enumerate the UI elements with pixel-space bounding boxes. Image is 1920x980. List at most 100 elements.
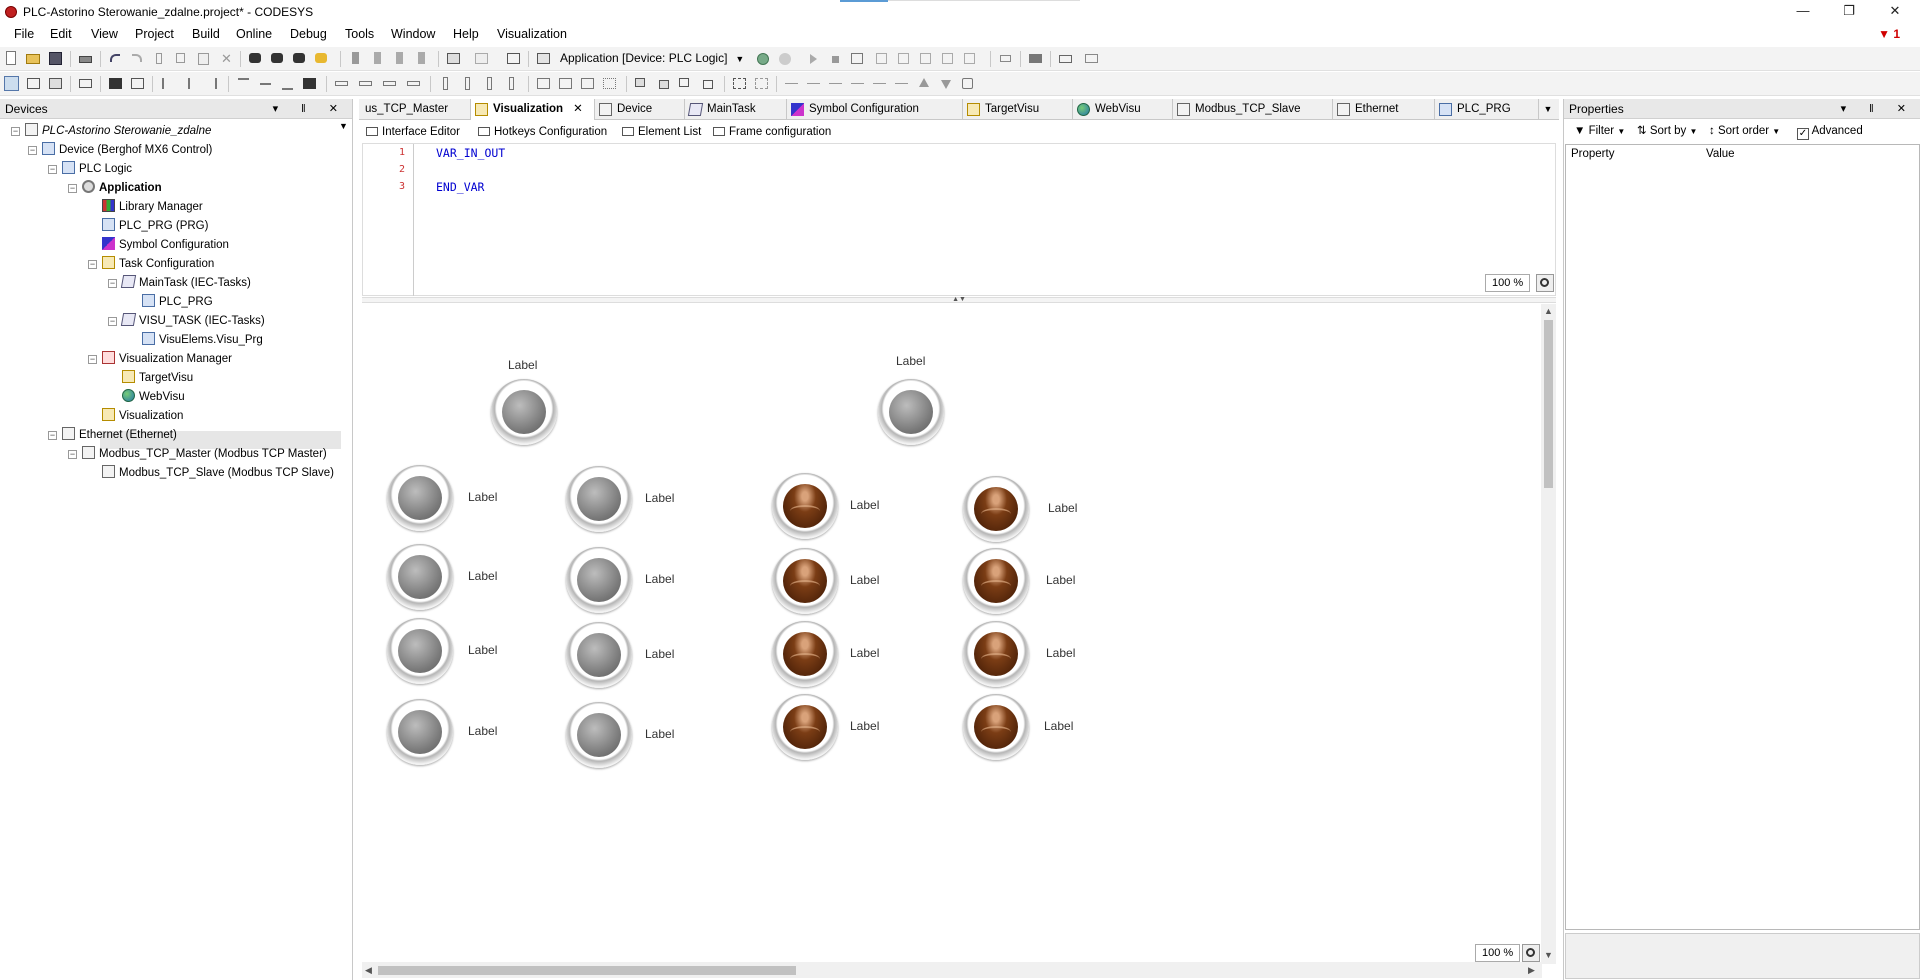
breakpoint-toggle-icon[interactable] [896, 51, 911, 66]
align-top-icon[interactable] [236, 76, 251, 91]
distribute-v-icon[interactable] [358, 76, 373, 91]
subtab-hotkeys[interactable]: Hotkeys Configuration [474, 122, 607, 142]
lamp-brown[interactable] [772, 548, 838, 614]
panel-controls[interactable]: ▾ ‖ ✕ [1841, 99, 1916, 119]
reset-icon[interactable] [850, 51, 865, 66]
select-mode-icon[interactable] [4, 76, 19, 91]
paste-icon[interactable] [196, 51, 211, 66]
align-bottom-icon[interactable] [280, 76, 295, 91]
tab-symbol-configuration[interactable]: Symbol Configuration [787, 99, 963, 120]
space-v-icon[interactable] [482, 76, 497, 91]
frame-icon[interactable] [78, 76, 93, 91]
tab-device[interactable]: Device [595, 99, 685, 120]
redo-icon[interactable] [130, 51, 145, 66]
lamp-gray[interactable] [878, 379, 944, 445]
move-right-icon[interactable] [806, 76, 821, 91]
login-online-icon[interactable] [756, 51, 771, 66]
tree-item-visuelems[interactable]: VisuElems.Visu_Prg [142, 331, 263, 349]
tree-item-modbus-slave[interactable]: Modbus_TCP_Slave (Modbus TCP Slave) [102, 464, 334, 482]
undo-icon[interactable] [108, 51, 123, 66]
compile-icon[interactable] [1084, 51, 1099, 66]
bookmark-prev-icon[interactable] [392, 51, 407, 66]
step-out-icon[interactable] [962, 51, 977, 66]
menu-visualization[interactable]: Visualization [497, 27, 567, 41]
menu-edit[interactable]: Edit [50, 27, 72, 41]
tree-item-symbol-configuration[interactable]: Symbol Configuration [102, 236, 229, 254]
lamp-gray[interactable] [387, 618, 453, 684]
space-h-icon[interactable] [460, 76, 475, 91]
subtab-interface-editor[interactable]: Interface Editor [362, 122, 460, 142]
move-first-icon[interactable] [872, 76, 887, 91]
group-icon[interactable] [732, 76, 747, 91]
menu-online[interactable]: Online [236, 27, 272, 41]
lamp-brown[interactable] [772, 694, 838, 760]
bookmark-next-icon[interactable] [370, 51, 385, 66]
declaration-zoom-level[interactable]: 100 % [1485, 274, 1531, 292]
tab-modbus-tcp-slave[interactable]: Modbus_TCP_Slave [1173, 99, 1333, 120]
tree-item-webvisu[interactable]: WebVisu [122, 388, 185, 406]
tab-targetvisu[interactable]: TargetVisu [963, 99, 1073, 120]
print-icon[interactable] [78, 51, 93, 66]
keyboard-icon[interactable] [130, 76, 145, 91]
align-right-icon[interactable] [204, 76, 219, 91]
lamp-gray[interactable] [387, 544, 453, 610]
tree-item-ethernet[interactable]: − Ethernet (Ethernet) [48, 426, 177, 444]
cut-icon[interactable] [152, 51, 167, 66]
stop-icon[interactable] [828, 51, 843, 66]
window-icon[interactable] [506, 51, 521, 66]
forward-icon[interactable] [678, 76, 693, 91]
code-line[interactable]: END_VAR [436, 180, 484, 194]
element-list-icon[interactable] [48, 76, 63, 91]
menu-help[interactable]: Help [453, 27, 479, 41]
move-left-icon[interactable] [784, 76, 799, 91]
tree-item-library-manager[interactable]: Library Manager [102, 198, 203, 216]
backward-icon[interactable] [700, 76, 715, 91]
grid-icon[interactable] [602, 76, 617, 91]
same-height-icon[interactable] [406, 76, 421, 91]
tab-maintask[interactable]: MainTask [685, 99, 787, 120]
center-h-icon[interactable] [536, 76, 551, 91]
declaration-editor[interactable]: 1 VAR_IN_OUT 2 3 END_VAR 100 % [362, 143, 1556, 296]
save-icon[interactable] [48, 51, 63, 66]
arrow-up-icon[interactable] [916, 76, 931, 91]
column-header-property[interactable]: Property [1571, 148, 1614, 160]
tree-item-targetvisu[interactable]: TargetVisu [122, 369, 193, 387]
lamp-brown[interactable] [963, 476, 1029, 542]
preview-icon[interactable] [26, 76, 41, 91]
new-file-icon[interactable] [4, 51, 19, 66]
subtab-element-list[interactable]: Element List [618, 122, 701, 142]
scroll-up-icon[interactable]: ▲ [1544, 306, 1553, 316]
breakpoint-icon[interactable] [874, 51, 889, 66]
tree-item-plc-prg[interactable]: PLC_PRG (PRG) [102, 217, 208, 235]
move-up-icon[interactable] [828, 76, 843, 91]
properties-grid[interactable]: Property Value [1565, 144, 1920, 930]
copy-icon[interactable] [174, 51, 189, 66]
send-back-icon[interactable] [656, 76, 671, 91]
subtab-frame-configuration[interactable]: Frame configuration [709, 122, 831, 142]
same-width-icon[interactable] [382, 76, 397, 91]
tree-item-maintask-plc-prg[interactable]: PLC_PRG [142, 293, 213, 311]
tree-item-modbus-master[interactable]: − Modbus_TCP_Master (Modbus TCP Master) [68, 445, 327, 463]
find-prev-icon[interactable] [314, 51, 329, 66]
tree-item-project[interactable]: − PLC-Astorino Sterowanie_zdalne [11, 122, 211, 140]
menu-window[interactable]: Window [391, 27, 435, 41]
tab-plc-prg[interactable]: PLC_PRG [1435, 99, 1539, 120]
find-icon[interactable] [248, 51, 263, 66]
move-down-icon[interactable] [850, 76, 865, 91]
tree-item-maintask[interactable]: − MainTask (IEC-Tasks) [108, 274, 251, 292]
distribute-h-icon[interactable] [334, 76, 349, 91]
scroll-left-icon[interactable]: ◀ [365, 965, 372, 976]
lamp-gray[interactable] [566, 702, 632, 768]
lamp-gray[interactable] [566, 622, 632, 688]
menu-project[interactable]: Project [135, 27, 174, 41]
canvas-vertical-scrollbar[interactable]: ▲ ▼ [1541, 304, 1556, 964]
advanced-checkbox[interactable]: ✓ Advanced [1797, 120, 1863, 142]
tab-webvisu[interactable]: WebVisu [1073, 99, 1173, 120]
make-same-size-icon[interactable] [438, 76, 453, 91]
lamp-gray[interactable] [491, 379, 557, 445]
horizontal-scroll-thumb[interactable] [378, 966, 796, 975]
lamp-brown[interactable] [963, 548, 1029, 614]
editor-splitter[interactable]: ▲▼ [362, 296, 1556, 303]
center-both-icon[interactable] [580, 76, 595, 91]
active-application-selector[interactable]: Application [Device: PLC Logic] ▼ [560, 51, 744, 65]
